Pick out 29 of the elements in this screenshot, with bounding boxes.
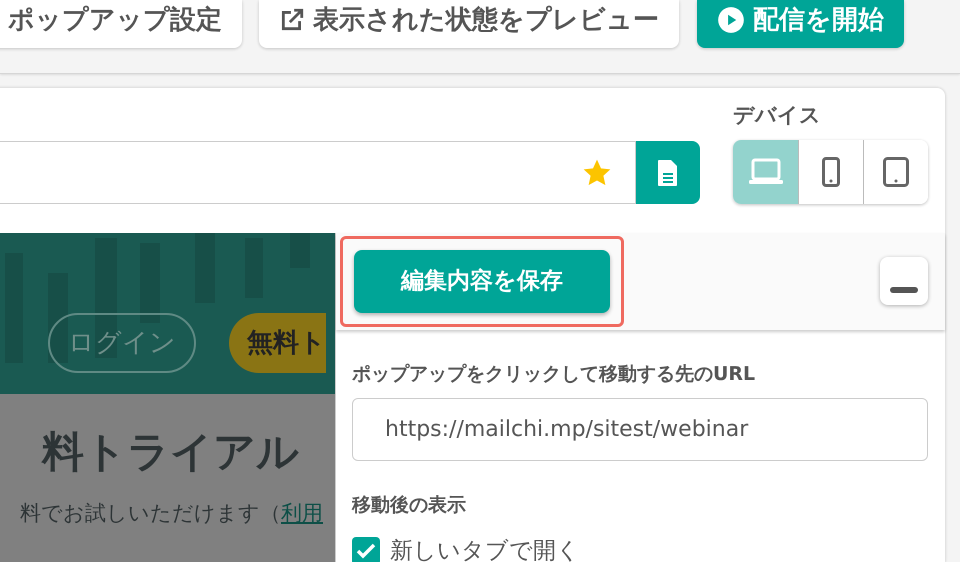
device-toggle[interactable]	[733, 140, 798, 204]
url-input[interactable]: https://mailchi.mp/sitest/webinar	[352, 398, 928, 461]
settings-button[interactable]: ポップアップ設定	[0, 0, 242, 48]
minimize-button[interactable]	[880, 257, 928, 306]
preview-heading: 料トライアル	[40, 426, 300, 478]
start-button[interactable]: 配信を開始	[697, 0, 904, 48]
document-button[interactable]	[636, 141, 700, 204]
minimize-icon	[890, 287, 918, 294]
play-icon	[717, 6, 745, 34]
device-toggle[interactable]	[863, 140, 928, 204]
check-icon	[356, 542, 376, 559]
terms-link[interactable]: 利用	[281, 501, 323, 525]
url-label: ポップアップをクリックして移動する先のURL	[352, 362, 756, 386]
phone-icon	[822, 157, 840, 187]
login-button[interactable]: ログイン	[48, 313, 196, 373]
url-bar[interactable]	[0, 141, 636, 204]
checkbox-label: 新しいタブで開く	[390, 536, 580, 562]
external-link-icon	[279, 7, 305, 33]
after-label: 移動後の表示	[352, 493, 467, 518]
trial-button[interactable]: 無料ト	[229, 313, 326, 373]
save-button[interactable]: 編集内容を保存	[354, 250, 610, 313]
preview-button[interactable]: 表示された状態をプレビュー	[259, 0, 679, 48]
tablet-icon	[883, 157, 909, 187]
preview-text: 料でお試しいただけます（	[20, 501, 281, 525]
laptop-icon	[748, 158, 784, 186]
device-label: デバイス	[733, 102, 822, 128]
document-icon	[657, 158, 679, 186]
device-toggle[interactable]	[798, 140, 863, 204]
checkbox[interactable]	[352, 536, 380, 562]
